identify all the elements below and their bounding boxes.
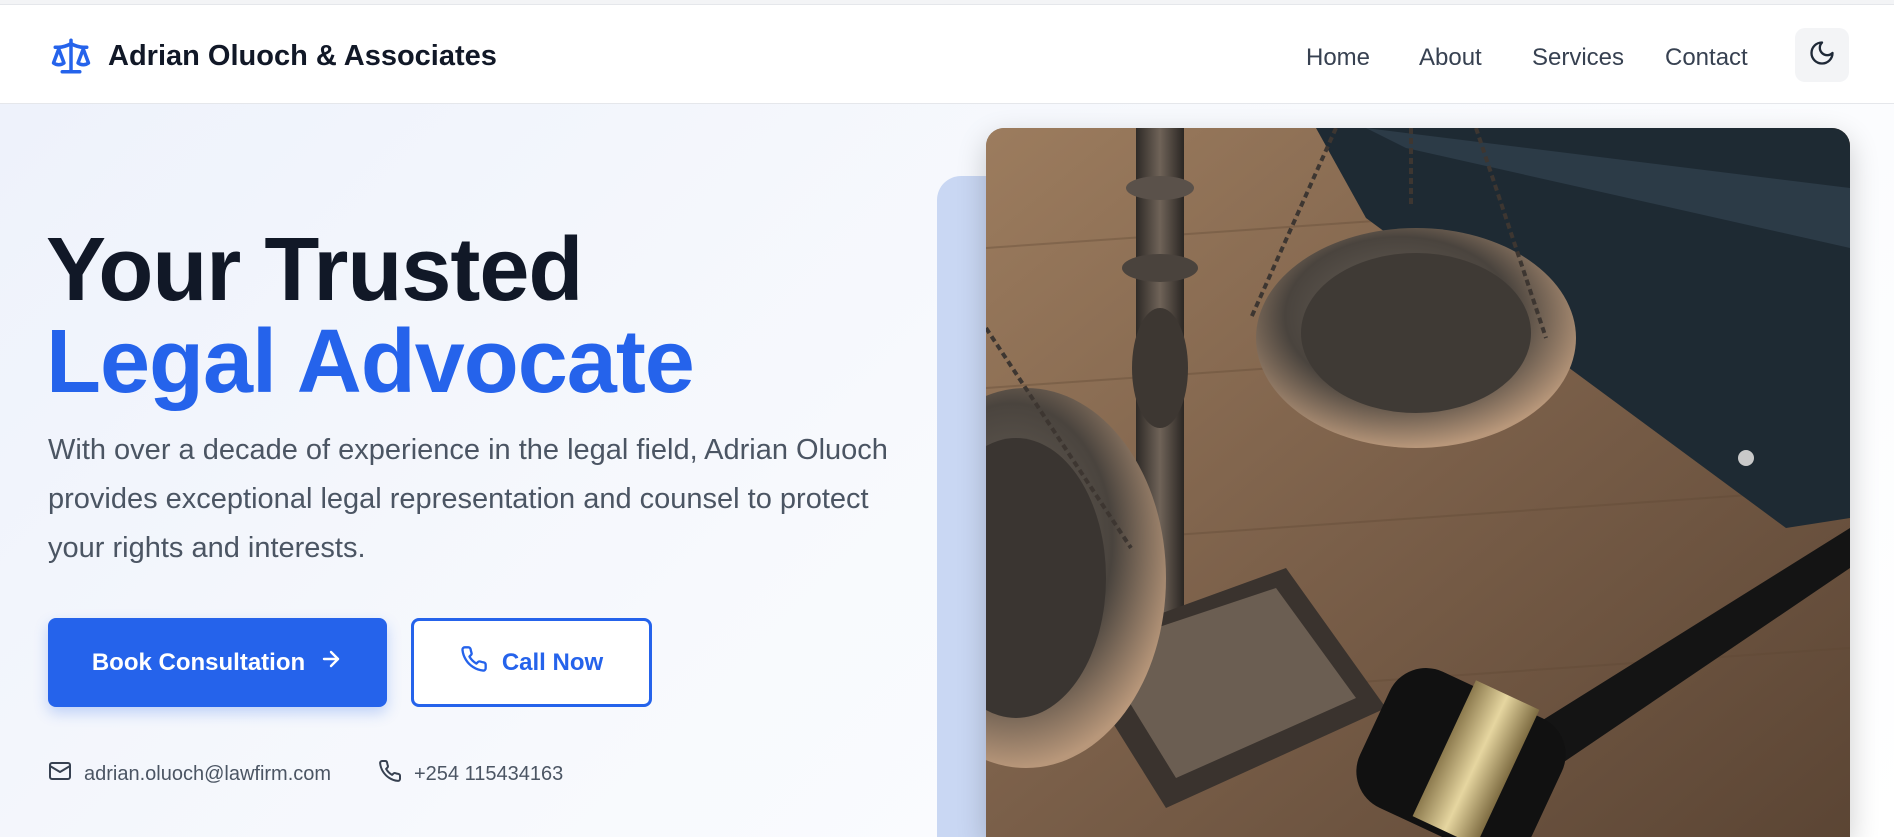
phone-number: +254 115434163 <box>414 762 564 785</box>
nav-contact[interactable]: Contact <box>1665 44 1748 72</box>
book-consultation-button[interactable]: Book Consultation <box>48 618 387 707</box>
nav-home[interactable]: Home <box>1306 44 1370 72</box>
call-now-label: Call Now <box>501 648 604 676</box>
book-consultation-label: Book Consultation <box>91 648 306 676</box>
headline-line-2: Legal Advocate <box>46 312 695 412</box>
hero-section: Your Trusted Legal Advocate With over a … <box>0 104 1894 837</box>
scales-of-justice-icon <box>48 34 94 78</box>
scales-of-justice-and-gavel-photo <box>986 128 1850 837</box>
headline-line-1: Your Trusted <box>46 220 583 320</box>
hero-headline: Your Trusted Legal Advocate <box>46 220 695 412</box>
phone-contact[interactable]: +254 115434163 <box>378 759 563 789</box>
arrow-right-icon <box>319 647 343 678</box>
brand[interactable]: Adrian Oluoch & Associates <box>48 34 497 78</box>
moon-icon <box>1808 39 1836 72</box>
nav-about[interactable]: About <box>1419 44 1482 72</box>
email-address: adrian.oluoch@lawfirm.com <box>84 762 332 785</box>
theme-toggle-button[interactable] <box>1795 28 1849 82</box>
phone-icon <box>460 645 488 680</box>
nav-services[interactable]: Services <box>1532 44 1624 72</box>
call-now-button[interactable]: Call Now <box>411 618 652 707</box>
email-contact[interactable]: adrian.oluoch@lawfirm.com <box>48 759 331 789</box>
hero-lead-text: With over a decade of experience in the … <box>48 434 888 564</box>
site-header: Adrian Oluoch & Associates Home About Se… <box>0 6 1894 104</box>
top-border <box>0 0 1894 5</box>
phone-icon <box>378 759 402 789</box>
brand-name: Adrian Oluoch & Associates <box>108 39 497 72</box>
mail-icon <box>48 759 72 789</box>
